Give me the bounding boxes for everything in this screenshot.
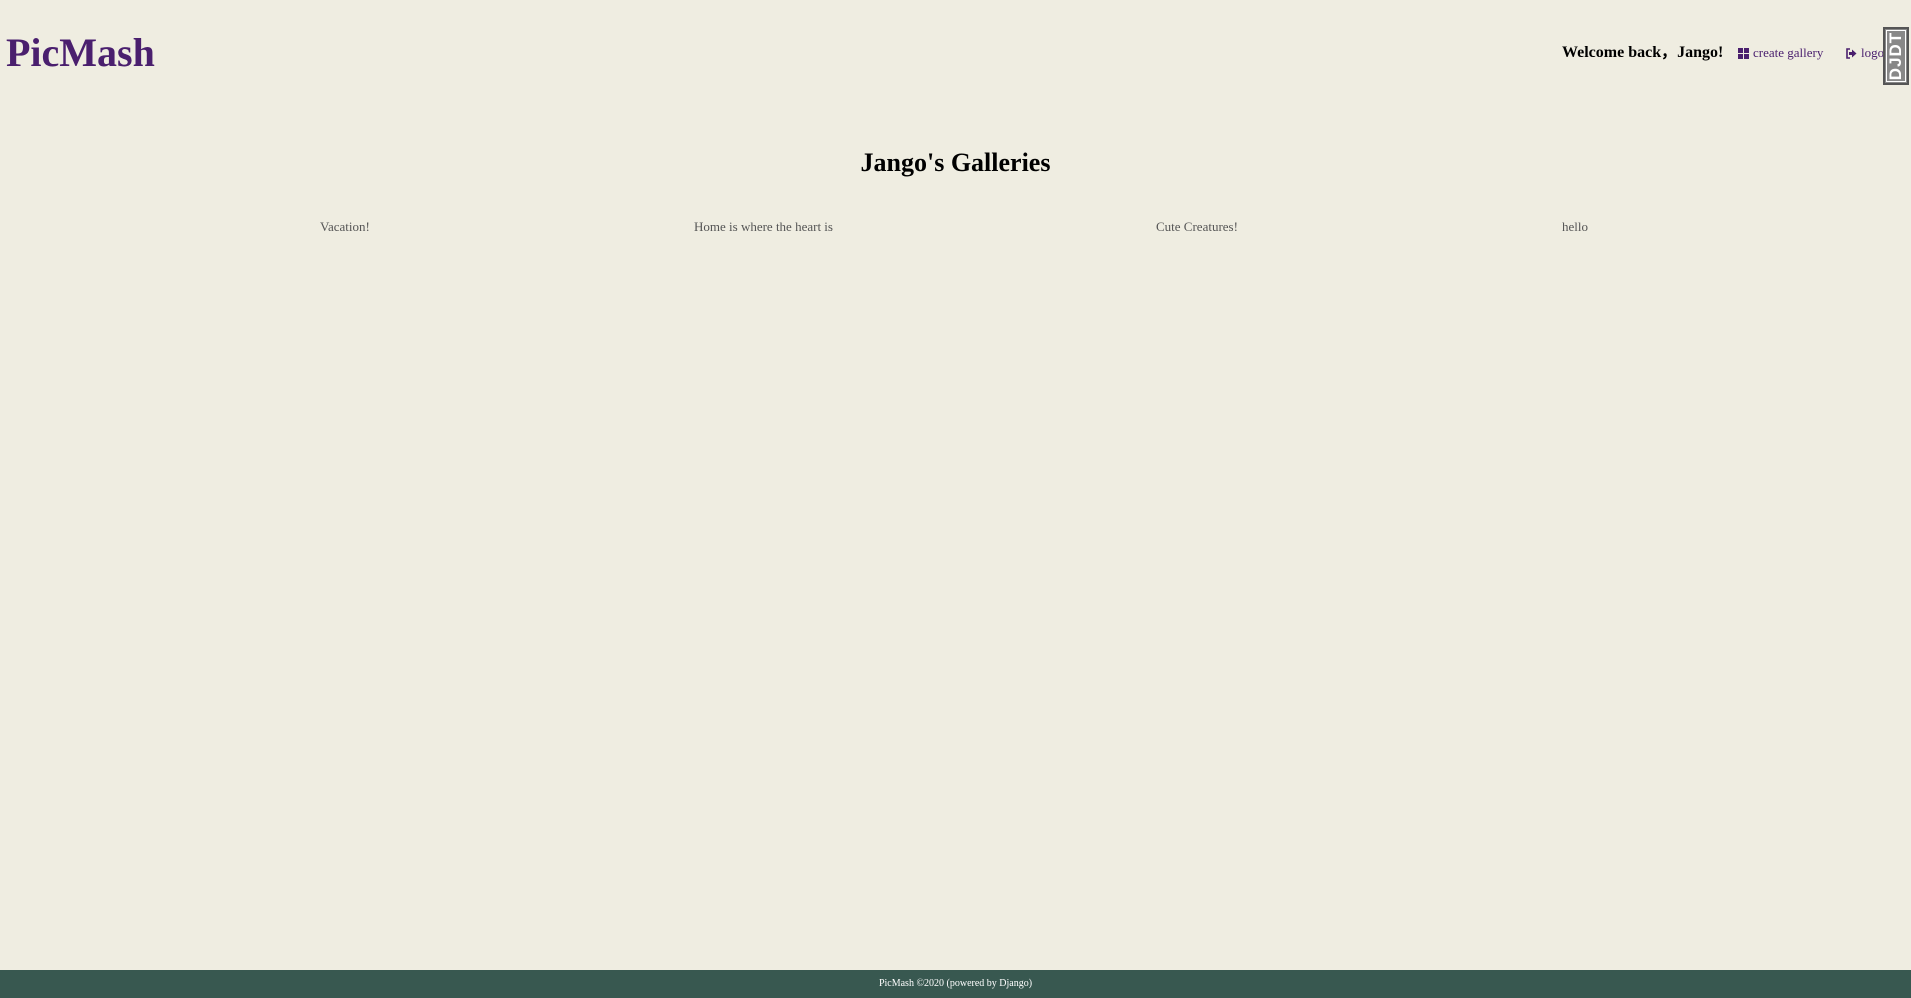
gallery-link[interactable]: Vacation! [320,218,370,236]
grid-icon [1738,47,1749,59]
footer: PicMash ©2020 (powered by Django) [0,970,1911,998]
debug-toolbar-label: DJDT [1886,31,1905,81]
welcome-message: Welcome back，Jango! [1562,44,1724,61]
gallery-link[interactable]: Home is where the heart is [694,218,833,236]
page: PicMash Welcome back，Jango! create galle… [0,0,1911,998]
create-gallery-link[interactable]: create gallery [1738,44,1823,62]
debug-toolbar-handle[interactable]: DJDT [1883,27,1909,85]
gallery-link[interactable]: Cute Creatures! [1156,218,1238,236]
gallery-link[interactable]: hello [1562,218,1588,236]
page-title: Jango's Galleries [860,148,1051,177]
logout-icon [1846,47,1857,59]
create-gallery-label: create gallery [1753,45,1824,60]
site-logo[interactable]: PicMash [6,28,155,78]
footer-text: PicMash ©2020 (powered by Django) [878,978,1033,989]
